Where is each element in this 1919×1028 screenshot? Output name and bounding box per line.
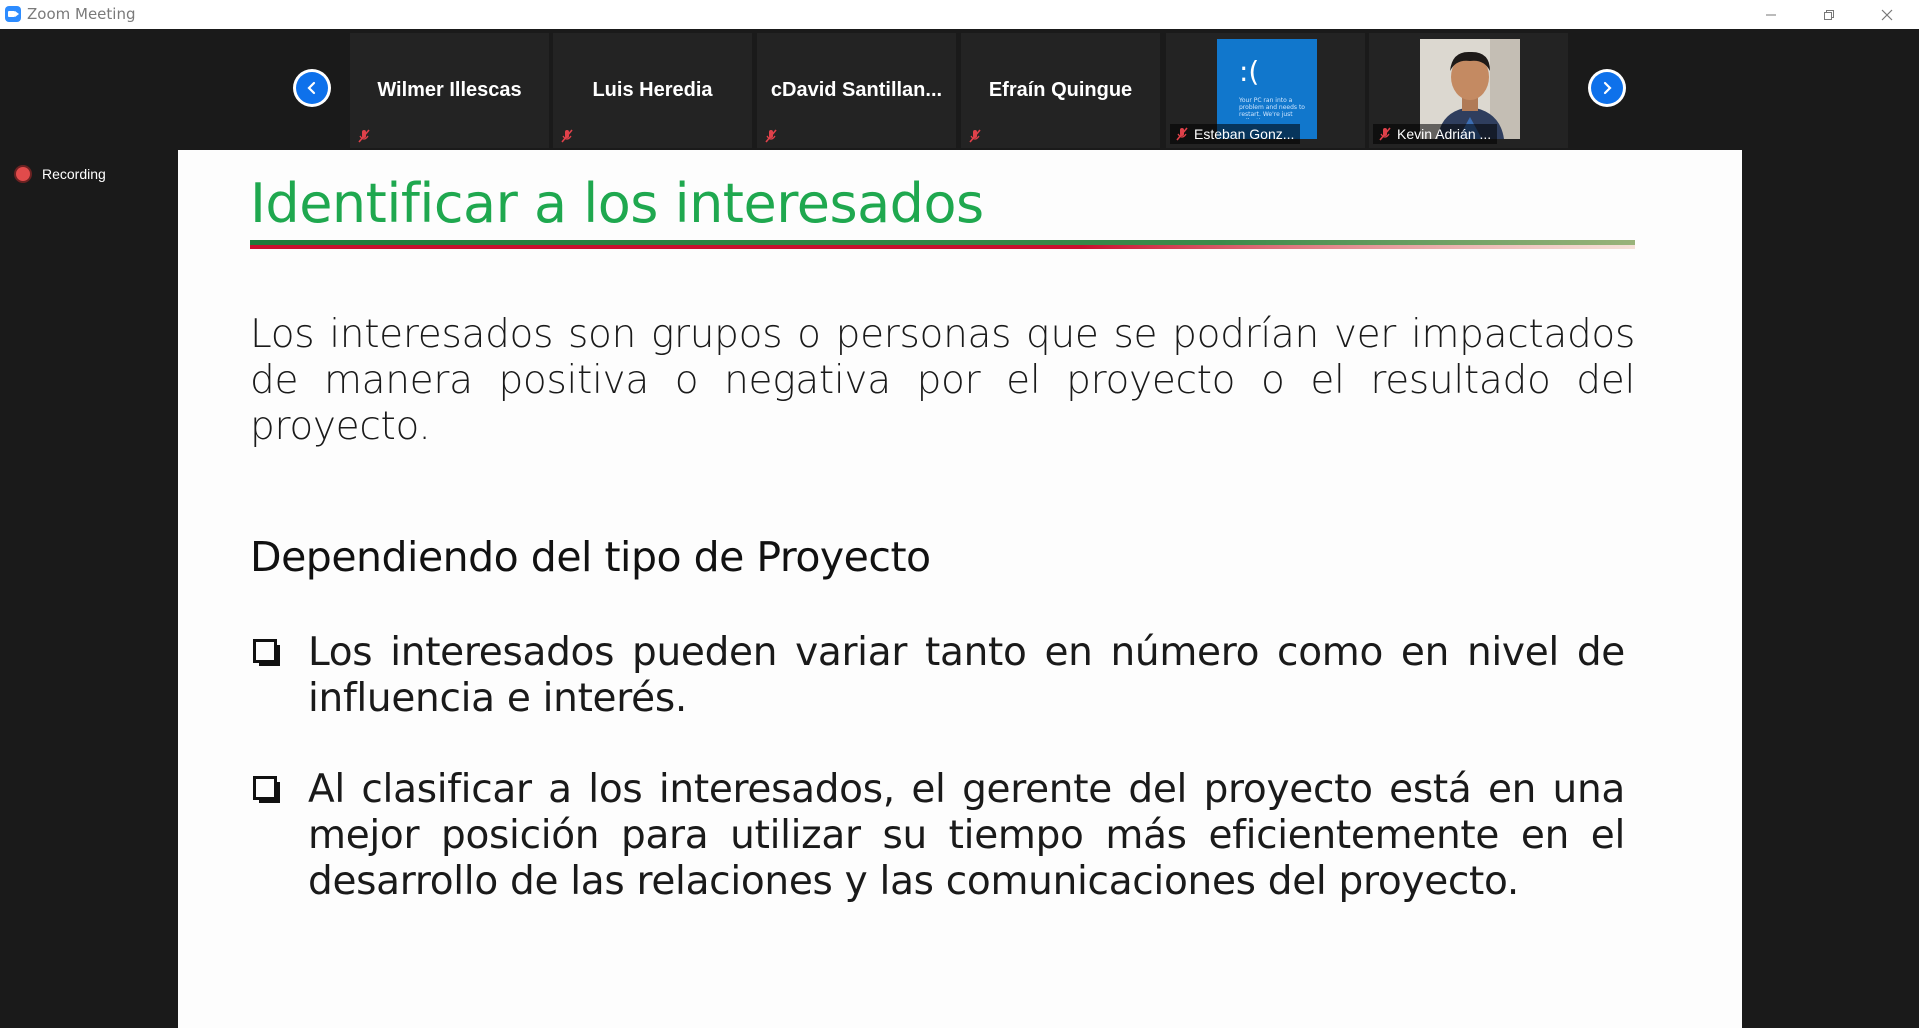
- participant-name: Wilmer Illescas: [377, 79, 522, 101]
- participant-tile[interactable]: Luis Heredia: [553, 33, 752, 148]
- participant-name: cDavid Santillan...: [770, 79, 943, 101]
- window-titlebar: Zoom Meeting: [0, 0, 1919, 29]
- minimize-icon: [1766, 14, 1776, 15]
- muted-mic-icon: [358, 129, 370, 143]
- error-screen-text: Your PC ran into a problem and needs to …: [1239, 97, 1305, 119]
- slide-bullet: Al clasificar a los interesados, el gere…: [250, 767, 1625, 905]
- close-icon: [1881, 9, 1893, 20]
- title-underline: [250, 240, 1635, 249]
- slide-title: Identificar a los interesados: [250, 172, 984, 235]
- slide-bullet: Los interesados pueden variar tanto en n…: [250, 630, 1625, 722]
- recording-indicator[interactable]: Recording: [16, 166, 106, 182]
- next-page-button[interactable]: [1588, 69, 1626, 107]
- participant-name: Kevin Adrián ...: [1397, 126, 1492, 142]
- muted-mic-icon: [969, 129, 981, 143]
- zoom-app-icon: [5, 6, 21, 22]
- muted-mic-icon: [1176, 127, 1188, 141]
- participant-tile[interactable]: Kevin Adrián ...: [1369, 33, 1568, 148]
- participant-label: Kevin Adrián ...: [1373, 124, 1498, 144]
- restore-icon: [1824, 9, 1834, 20]
- shared-screen-slide: Identificar a los interesados Los intere…: [178, 150, 1742, 1028]
- muted-mic-icon: [561, 129, 573, 143]
- recording-label: Recording: [42, 166, 106, 182]
- participant-name: Luis Heredia: [592, 79, 713, 101]
- error-screen-face: :(: [1239, 55, 1260, 88]
- chevron-left-icon: [307, 81, 316, 95]
- slide-subheading: Dependiendo del tipo de Proyecto: [250, 533, 931, 581]
- muted-mic-icon: [765, 129, 777, 143]
- previous-page-button[interactable]: [293, 69, 331, 107]
- slide-paragraph: Los interesados son grupos o personas qu…: [250, 312, 1635, 449]
- restore-button[interactable]: [1800, 0, 1858, 29]
- close-button[interactable]: [1858, 0, 1916, 29]
- participant-name: Esteban Gonz...: [1194, 126, 1295, 142]
- participant-tile[interactable]: Efraín Quingue: [961, 33, 1160, 148]
- participant-label: Esteban Gonz...: [1170, 124, 1301, 144]
- participant-tile[interactable]: Wilmer Illescas: [350, 33, 549, 148]
- muted-mic-icon: [1379, 127, 1391, 141]
- recording-icon: [16, 167, 30, 181]
- bullet-text: Al clasificar a los interesados, el gere…: [308, 767, 1625, 904]
- checkbox-bullet-icon: [253, 776, 280, 803]
- bullet-text: Los interesados pueden variar tanto en n…: [308, 630, 1625, 721]
- chevron-right-icon: [1603, 81, 1612, 95]
- participant-name: Efraín Quingue: [988, 79, 1133, 101]
- participant-tile[interactable]: :( Your PC ran into a problem and needs …: [1166, 33, 1365, 148]
- participant-strip: Wilmer Illescas Luis Heredia cDavid Sant…: [0, 29, 1919, 149]
- checkbox-bullet-icon: [253, 639, 280, 666]
- participant-tile[interactable]: cDavid Santillan...: [757, 33, 956, 148]
- minimize-button[interactable]: [1742, 0, 1800, 29]
- window-title: Zoom Meeting: [27, 5, 136, 23]
